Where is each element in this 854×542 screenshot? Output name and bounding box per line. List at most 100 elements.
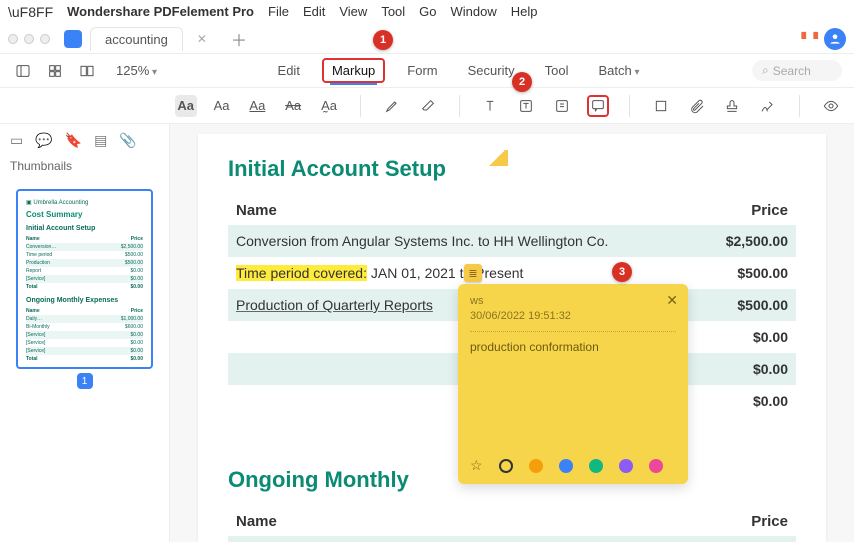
- tab-batch[interactable]: Batch: [590, 60, 647, 81]
- separator: [799, 95, 800, 117]
- cell-name: Production of Quarterly Reports: [236, 297, 433, 313]
- note-meta: ws 30/06/2022 19:51:32: [470, 294, 676, 332]
- stamp-icon[interactable]: [722, 95, 744, 117]
- signature-icon[interactable]: [757, 95, 779, 117]
- text-frame-icon[interactable]: [551, 95, 573, 117]
- search-icon: ⌕: [762, 63, 769, 78]
- text-box-icon[interactable]: [480, 95, 502, 117]
- page-thumbnail[interactable]: ▣ Umbrella Accounting Cost Summary Initi…: [16, 189, 153, 369]
- sidebar-search-icon[interactable]: ▤: [94, 132, 107, 149]
- app-grid-icon[interactable]: ▘▝: [802, 32, 816, 46]
- col-name: Name: [236, 513, 277, 530]
- swatch-purple[interactable]: [619, 459, 633, 473]
- close-icon[interactable]: ✕: [666, 292, 678, 309]
- thumb-logo: ▣ Umbrella Accounting: [26, 199, 143, 206]
- attachment-icon[interactable]: [686, 95, 708, 117]
- cell-price: $0.00: [753, 361, 788, 377]
- tab-markup[interactable]: Markup: [322, 58, 385, 83]
- menu-file[interactable]: File: [268, 4, 289, 19]
- tab-form[interactable]: Form: [399, 60, 445, 81]
- markup-tools-row: Aa Aa Aa Aa A̰a: [0, 88, 854, 124]
- swatch-green[interactable]: [589, 459, 603, 473]
- menu-window[interactable]: Window: [451, 4, 497, 19]
- section-heading-1: Initial Account Setup: [228, 156, 796, 182]
- separator: [360, 95, 361, 117]
- menu-edit[interactable]: Edit: [303, 4, 325, 19]
- col-price: Price: [751, 202, 788, 219]
- sidebar-thumbnails-icon[interactable]: ▭: [10, 132, 23, 149]
- highlight-text-icon[interactable]: Aa: [175, 95, 197, 117]
- eraser-icon[interactable]: [417, 95, 439, 117]
- highlighter-icon[interactable]: [381, 95, 403, 117]
- swatch-outline[interactable]: [499, 459, 513, 473]
- sticky-note-popup[interactable]: ✕ ws 30/06/2022 19:51:32 production conf…: [458, 284, 688, 484]
- col-name: Name: [236, 202, 277, 219]
- app-name: Wondershare PDFelement Pro: [67, 4, 254, 19]
- menu-help[interactable]: Help: [511, 4, 538, 19]
- cell-price: $0.00: [753, 393, 788, 409]
- tab-close-icon[interactable]: ✕: [191, 32, 213, 46]
- tab-edit[interactable]: Edit: [270, 60, 308, 81]
- separator: [629, 95, 630, 117]
- sidebar-bookmarks-icon[interactable]: 🔖: [65, 132, 82, 149]
- col-price: Price: [751, 513, 788, 530]
- left-sidebar: ▭ 💬 🔖 ▤ 📎 Thumbnails ▣ Umbrella Accounti…: [0, 124, 170, 542]
- menu-view[interactable]: View: [339, 4, 367, 19]
- strikethrough-icon[interactable]: Aa: [282, 95, 304, 117]
- tab-tool[interactable]: Tool: [537, 60, 577, 81]
- traffic-lights[interactable]: [8, 34, 50, 44]
- table-header: Name Price: [228, 507, 796, 536]
- sidebar-comments-icon[interactable]: 💬: [35, 132, 52, 149]
- swatch-pink[interactable]: [649, 459, 663, 473]
- tutorial-callout-1: 1: [373, 30, 393, 50]
- sticky-note-icon[interactable]: [587, 95, 609, 117]
- sidebar-title: Thumbnails: [0, 157, 169, 181]
- menu-go[interactable]: Go: [419, 4, 436, 19]
- search-placeholder: Search: [773, 64, 811, 78]
- note-timestamp: 30/06/2022 19:51:32: [470, 309, 676, 324]
- sidebar-attachments-icon[interactable]: 📎: [119, 132, 136, 149]
- search-input[interactable]: ⌕ Search: [752, 60, 842, 81]
- tutorial-callout-2: 2: [512, 72, 532, 92]
- document-viewport[interactable]: Initial Account Setup Name Price Convers…: [170, 124, 854, 542]
- app-logo-icon: [64, 30, 82, 48]
- text-callout-icon[interactable]: [515, 95, 537, 117]
- macos-menubar: \uF8FF Wondershare PDFelement Pro File E…: [0, 0, 854, 24]
- thumb-page-number: 1: [77, 373, 93, 389]
- sidebar-toggle-icon[interactable]: [12, 60, 34, 82]
- note-color-palette: ☆: [470, 457, 676, 474]
- cell-price: $500.00: [737, 265, 788, 281]
- two-page-icon[interactable]: [76, 60, 98, 82]
- sticky-note-marker-icon[interactable]: [464, 264, 482, 282]
- thumb-sec1: Initial Account Setup: [26, 225, 143, 232]
- note-body[interactable]: production conformation: [470, 340, 676, 354]
- zoom-dropdown[interactable]: 125%: [108, 60, 165, 81]
- mode-toolbar: 125% Edit Markup Form Security Tool Batc…: [0, 54, 854, 88]
- document-tab[interactable]: accounting: [90, 27, 183, 51]
- cell-price: $0.00: [753, 329, 788, 345]
- heading-accent-icon: [486, 150, 508, 166]
- separator: [459, 95, 460, 117]
- shape-rectangle-icon[interactable]: [650, 95, 672, 117]
- swatch-blue[interactable]: [559, 459, 573, 473]
- grid-view-icon[interactable]: [44, 60, 66, 82]
- sidebar-tabs: ▭ 💬 🔖 ▤ 📎: [0, 124, 169, 157]
- squiggly-icon[interactable]: A̰a: [318, 95, 340, 117]
- thumb-title: Cost Summary: [26, 210, 143, 219]
- hide-markup-icon[interactable]: [820, 95, 842, 117]
- swatch-orange[interactable]: [529, 459, 543, 473]
- table-header: Name Price: [228, 196, 796, 225]
- new-tab-button[interactable]: ＋: [221, 27, 257, 51]
- cell-price: $2,500.00: [726, 233, 788, 249]
- window-tabbar: accounting ✕ ＋ ▘▝: [0, 24, 854, 54]
- pin-icon[interactable]: ☆: [470, 457, 483, 474]
- user-avatar[interactable]: [824, 28, 846, 50]
- table-row: Conversion from Angular Systems Inc. to …: [228, 225, 796, 257]
- underline-icon[interactable]: Aa: [246, 95, 268, 117]
- tutorial-callout-3: 3: [612, 262, 632, 282]
- content-area: ▭ 💬 🔖 ▤ 📎 Thumbnails ▣ Umbrella Accounti…: [0, 124, 854, 542]
- apple-menu-icon[interactable]: \uF8FF: [8, 4, 53, 20]
- menu-tool[interactable]: Tool: [381, 4, 405, 19]
- note-author: ws: [470, 294, 676, 309]
- font-style-a-icon[interactable]: Aa: [211, 95, 233, 117]
